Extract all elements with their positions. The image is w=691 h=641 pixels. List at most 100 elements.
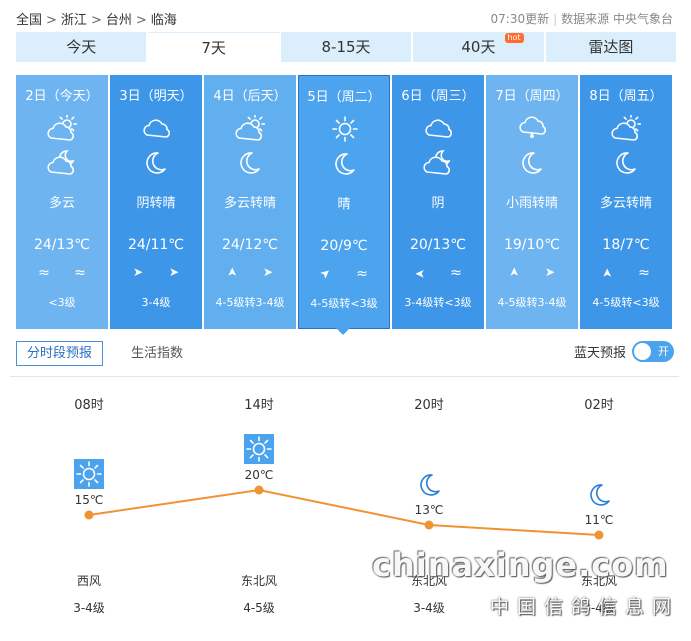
- moon-icon: [235, 149, 265, 175]
- tab-today[interactable]: 今天: [16, 32, 149, 62]
- toggle-label: 开: [658, 345, 669, 358]
- day-condition: 多云: [48, 196, 75, 211]
- day-date: 4日（后天）: [213, 89, 287, 104]
- day-card[interactable]: 6日（周三） 阴 20/13℃ ➤ ≈ 3-4级转<3级: [392, 75, 484, 329]
- day-wind-directions: ➤ ➤: [486, 265, 578, 279]
- wind-direction-icon: ➤: [168, 265, 180, 279]
- daily-forecast: 2日（今天） 多云 24/13℃ ≈ ≈ <3级 3日（明天） 阴转晴 24/11…: [16, 75, 675, 329]
- moon-icon: [584, 479, 614, 509]
- update-info: 07:30更新 | 数据来源 中央气象台: [491, 10, 673, 27]
- day-temperature: 20/9℃: [320, 238, 368, 254]
- day-temperature: 24/12℃: [221, 237, 279, 253]
- blue-sky-toggle[interactable]: 开: [632, 341, 674, 362]
- day-card[interactable]: 8日（周五） 多云转晴 18/7℃ ➤ ≈ 4-5级转<3级: [580, 75, 672, 329]
- wind-direction-icon: ≈: [38, 265, 50, 281]
- partly-cloudy-icon: [611, 113, 642, 141]
- day-card[interactable]: 4日（后天） 多云转晴 24/12℃ ➤ ➤ 4-5级转3-4级: [204, 75, 296, 329]
- day-wind-level: 3-4级: [141, 296, 171, 309]
- watermark: chinaxinge.com: [372, 546, 669, 584]
- wind-direction-icon: ➤: [225, 266, 239, 278]
- day-wind-level: 3-4级转<3级: [404, 296, 472, 309]
- moon-icon: [414, 469, 444, 499]
- day-date: 6日（周三）: [401, 89, 475, 104]
- day-condition: 小雨转晴: [505, 196, 558, 211]
- day-condition: 多云转晴: [223, 196, 276, 211]
- wind-direction-icon: ≈: [638, 265, 650, 281]
- day-condition: 阴转晴: [136, 196, 176, 211]
- day-card[interactable]: 2日（今天） 多云 24/13℃ ≈ ≈ <3级: [16, 75, 108, 329]
- hour-wind-direction: 西风: [76, 574, 102, 588]
- hour-temperature: 13℃: [414, 503, 444, 517]
- wind-direction-icon: ➤: [414, 267, 426, 281]
- wind-direction-icon: ➤: [600, 267, 614, 279]
- selected-day-pointer: [336, 328, 350, 335]
- wind-direction-icon: ≈: [356, 266, 368, 282]
- hour-wind-level: 3-4级: [73, 601, 105, 615]
- watermark-name: 中国信鸽信息网: [490, 596, 680, 618]
- moon-icon: [611, 149, 641, 175]
- hour-label: 20时: [414, 398, 444, 413]
- day-card[interactable]: 5日（周二） 晴 20/9℃ ➤ ≈ 4-5级转<3级: [298, 75, 390, 329]
- day-temperature: 18/7℃: [602, 237, 650, 253]
- hour-label: 08时: [74, 398, 104, 413]
- day-date: 2日（今天）: [25, 89, 99, 104]
- day-temperature: 24/11℃: [127, 237, 185, 253]
- hour-wind-level: 4-5级: [243, 601, 275, 615]
- day-wind-level: <3级: [48, 296, 76, 309]
- hour-label: 14时: [244, 398, 274, 413]
- moon-icon: [517, 149, 547, 175]
- day-condition: 晴: [337, 197, 351, 212]
- wind-direction-icon: ➤: [507, 266, 521, 278]
- divider: |: [553, 12, 558, 26]
- day-wind-directions: ≈ ≈: [16, 265, 108, 281]
- hour-wind-level: 3-4级: [413, 601, 445, 615]
- day-condition: 阴: [431, 196, 445, 211]
- blue-sky-label: 蓝天预报: [574, 346, 627, 361]
- tab-8-15-days[interactable]: 8-15天: [280, 32, 414, 62]
- wind-direction-icon: ➤: [132, 265, 144, 279]
- day-date: 3日（明天）: [119, 89, 193, 104]
- wind-direction-icon: ➤: [262, 265, 274, 279]
- breadcrumb-separator: >: [90, 13, 102, 28]
- temperature-point: [254, 485, 264, 495]
- breadcrumb-district: 临海: [150, 13, 177, 28]
- day-card[interactable]: 7日（周四） 小雨转晴 19/10℃ ➤ ➤ 4-5级转3-4级: [486, 75, 578, 329]
- wind-direction-icon: ≈: [450, 265, 462, 281]
- day-condition: 多云转晴: [599, 196, 652, 211]
- moon-icon: [330, 150, 360, 176]
- temperature-line: [88, 488, 600, 536]
- day-wind-directions: ➤ ➤: [110, 265, 202, 279]
- tab-hourly-forecast[interactable]: 分时段预报: [16, 341, 104, 366]
- forecast-tabs: 今天 7天 8-15天 40天 hot 雷达图: [16, 32, 677, 62]
- hour-temperature: 15℃: [74, 493, 104, 507]
- hour-temperature: 11℃: [584, 513, 614, 527]
- tab-life-index[interactable]: 生活指数: [120, 341, 194, 366]
- partly-cloudy-night-icon: [47, 149, 77, 175]
- day-wind-level: 4-5级转<3级: [592, 296, 660, 309]
- day-wind-level: 4-5级转3-4级: [215, 296, 285, 309]
- breadcrumb-province[interactable]: 浙江: [61, 13, 87, 28]
- tab-40-days[interactable]: 40天 hot: [413, 32, 546, 62]
- cloudy-icon: [141, 115, 171, 141]
- temperature-point: [594, 530, 604, 540]
- partly-cloudy-icon: [235, 113, 266, 141]
- day-wind-level: 4-5级转<3级: [310, 297, 378, 310]
- sun-icon: [330, 116, 360, 142]
- temperature-point: [424, 520, 434, 530]
- data-source: 数据来源 中央气象台: [561, 12, 673, 26]
- sun-icon: [244, 434, 274, 464]
- day-wind-directions: ➤ ≈: [580, 265, 672, 281]
- day-date: 5日（周二）: [307, 90, 381, 105]
- temperature-point: [84, 510, 94, 520]
- wind-direction-icon: ➤: [544, 265, 556, 279]
- breadcrumb-city[interactable]: 台州: [106, 13, 132, 28]
- day-temperature: 24/13℃: [33, 237, 91, 253]
- day-date: 7日（周四）: [495, 89, 569, 104]
- hour-label: 02时: [584, 398, 614, 413]
- toggle-knob: [634, 343, 651, 360]
- tab-radar[interactable]: 雷达图: [545, 32, 677, 62]
- day-date: 8日（周五）: [589, 89, 663, 104]
- breadcrumb-country[interactable]: 全国: [16, 13, 42, 28]
- day-card[interactable]: 3日（明天） 阴转晴 24/11℃ ➤ ➤ 3-4级: [110, 75, 202, 329]
- tab-7-days[interactable]: 7天: [148, 32, 281, 62]
